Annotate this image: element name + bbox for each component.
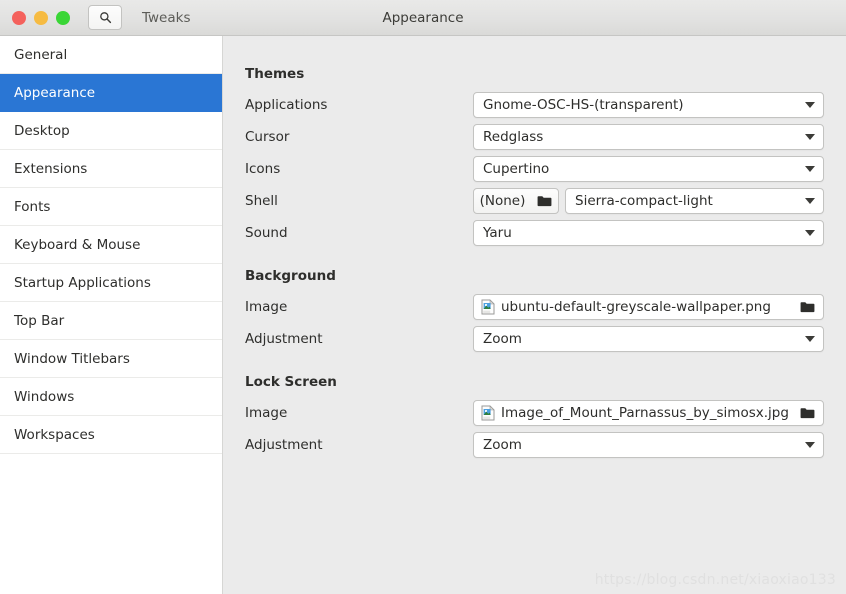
chevron-down-icon [805,442,815,448]
row-sound-theme: Sound Yaru [245,217,824,249]
chevron-down-icon [805,134,815,140]
settings-panel: Themes Applications Gnome-OSC-HS-(transp… [223,36,846,594]
sidebar-item-label: Fonts [14,198,51,215]
page-title: Appearance [382,9,464,26]
lock-screen-image-file-button[interactable]: Image_of_Mount_Parnassus_by_simosx.jpg [473,400,824,426]
lock-screen-adjustment-label: Adjustment [245,437,323,453]
sidebar-item-label: Keyboard & Mouse [14,236,141,253]
applications-theme-value: Gnome-OSC-HS-(transparent) [483,97,684,113]
sidebar-item-appearance[interactable]: Appearance [0,74,222,112]
cursor-theme-value: Redglass [483,129,544,145]
lock-screen-image-label: Image [245,405,288,421]
row-cursor-theme: Cursor Redglass [245,121,824,153]
image-file-icon [481,405,495,421]
applications-theme-select[interactable]: Gnome-OSC-HS-(transparent) [473,92,824,118]
shell-theme-select[interactable]: Sierra-compact-light [565,188,824,214]
minimize-button[interactable] [34,10,48,25]
lock-screen-image-value: Image_of_Mount_Parnassus_by_simosx.jpg [501,405,789,421]
app-name-label: Tweaks [142,9,191,26]
cursor-theme-select[interactable]: Redglass [473,124,824,150]
tweaks-window: Tweaks Appearance General Appearance Des… [0,0,846,594]
background-adjustment-label: Adjustment [245,331,323,347]
background-image-label: Image [245,299,288,315]
search-icon [99,11,112,24]
search-button[interactable] [88,5,122,30]
row-lock-screen-adjustment: Adjustment Zoom [245,429,824,461]
sound-theme-label: Sound [245,225,288,241]
icons-theme-value: Cupertino [483,161,550,177]
chevron-down-icon [805,102,815,108]
background-image-file-button[interactable]: ubuntu-default-greyscale-wallpaper.png [473,294,824,320]
row-shell-theme: Shell (None) Sierra-compact-light [245,185,824,217]
shell-theme-file-button[interactable]: (None) [473,188,559,214]
sidebar-item-keyboard-and-mouse[interactable]: Keyboard & Mouse [0,226,222,264]
background-section-heading: Background [245,268,336,284]
row-icons-theme: Icons Cupertino [245,153,824,185]
sidebar-item-general[interactable]: General [0,36,222,74]
sidebar-item-window-titlebars[interactable]: Window Titlebars [0,340,222,378]
row-applications-theme: Applications Gnome-OSC-HS-(transparent) [245,89,824,121]
sidebar-item-desktop[interactable]: Desktop [0,112,222,150]
shell-theme-value: Sierra-compact-light [575,193,713,209]
sound-theme-value: Yaru [483,225,512,241]
watermark: https://blog.csdn.net/xiaoxiao133 [594,572,836,588]
sidebar-item-label: Desktop [14,122,70,139]
folder-icon [531,195,552,207]
folder-icon [794,301,815,313]
lock-screen-adjustment-select[interactable]: Zoom [473,432,824,458]
chevron-down-icon [805,230,815,236]
title-bar: Tweaks Appearance [0,0,846,36]
sidebar-item-label: Appearance [14,84,96,101]
sidebar-item-startup-applications[interactable]: Startup Applications [0,264,222,302]
sidebar-item-top-bar[interactable]: Top Bar [0,302,222,340]
themes-section-heading: Themes [245,66,305,82]
applications-theme-label: Applications [245,97,328,113]
sidebar-item-label: Workspaces [14,426,95,443]
row-lock-screen-image: Image Image_of_Mount_Parnassus_by_simosx… [245,397,824,429]
cursor-theme-label: Cursor [245,129,290,145]
sidebar-item-windows[interactable]: Windows [0,378,222,416]
window-body: General Appearance Desktop Extensions Fo… [0,36,846,594]
image-file-icon [481,299,495,315]
sidebar-item-workspaces[interactable]: Workspaces [0,416,222,454]
sidebar-item-label: Extensions [14,160,88,177]
sidebar: General Appearance Desktop Extensions Fo… [0,36,223,594]
icons-theme-select[interactable]: Cupertino [473,156,824,182]
shell-theme-label: Shell [245,193,278,209]
sidebar-item-label: Startup Applications [14,274,151,291]
row-background-adjustment: Adjustment Zoom [245,323,824,355]
folder-icon [794,407,815,419]
background-adjustment-value: Zoom [483,331,522,347]
background-adjustment-select[interactable]: Zoom [473,326,824,352]
icons-theme-label: Icons [245,161,281,177]
chevron-down-icon [805,198,815,204]
sidebar-item-label: General [14,46,68,63]
background-image-value: ubuntu-default-greyscale-wallpaper.png [501,299,771,315]
sidebar-item-fonts[interactable]: Fonts [0,188,222,226]
shell-theme-none-label: (None) [479,193,526,209]
chevron-down-icon [805,336,815,342]
chevron-down-icon [805,166,815,172]
row-background-image: Image ubuntu-default-greyscale-wallpaper… [245,291,824,323]
sound-theme-select[interactable]: Yaru [473,220,824,246]
sidebar-item-label: Windows [14,388,75,405]
close-button[interactable] [12,10,26,25]
lock-screen-section-heading: Lock Screen [245,374,337,390]
sidebar-item-extensions[interactable]: Extensions [0,150,222,188]
sidebar-item-label: Top Bar [14,312,65,329]
window-controls [12,10,70,25]
sidebar-item-label: Window Titlebars [14,350,130,367]
maximize-button[interactable] [56,10,70,25]
lock-screen-adjustment-value: Zoom [483,437,522,453]
